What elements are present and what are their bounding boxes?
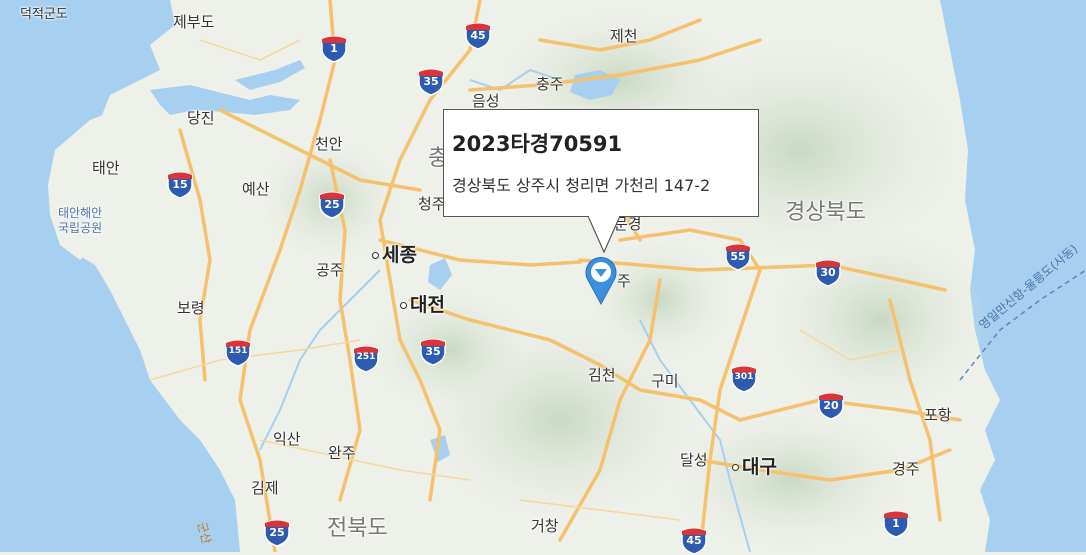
shield-number: 15 [172, 178, 188, 191]
city-label-cheongju: 청주 [418, 195, 446, 213]
city-label-eumseong: 음성 [472, 92, 500, 110]
highway-shield-35-south: 35 [418, 336, 448, 366]
shield-number: 25 [269, 526, 285, 539]
city-dot [372, 252, 379, 259]
city-label-geochang: 거창 [531, 517, 559, 535]
shield-number: 55 [730, 250, 746, 263]
city-label-daejeon: 대전 [400, 290, 445, 317]
city-label-jebudo: 제부도 [173, 13, 215, 31]
city-label-gyeongju: 경주 [892, 460, 920, 478]
highway-shield-151: 151 [223, 337, 253, 367]
highway-shield-45-south: 45 [679, 525, 709, 555]
city-label-dangjin: 당진 [187, 109, 215, 127]
shield-number: 20 [823, 399, 839, 412]
info-popup[interactable]: 2023타경70591 경상북도 상주시 청리면 가천리 147-2 [443, 109, 759, 217]
city-label-gimcheon: 김천 [588, 366, 616, 384]
city-label-pohang: 포항 [924, 406, 952, 424]
park-label-taean: 태안해안 국립공원 [58, 206, 102, 236]
shield-number: 1 [892, 517, 900, 530]
shield-number: 251 [356, 352, 376, 362]
city-label-gongju: 공주 [316, 261, 344, 279]
highway-shield-30: 30 [813, 257, 843, 287]
shield-number: 30 [820, 266, 836, 279]
shield-number: 151 [228, 346, 248, 356]
city-label-jecheon: 제천 [610, 27, 638, 45]
province-label-gyeongbuk: 경상북도 [785, 200, 866, 225]
city-name: 세종 [382, 244, 417, 266]
shield-number: 35 [425, 345, 441, 358]
highway-shield-15: 15 [165, 169, 195, 199]
highway-shield-45-north: 45 [463, 20, 493, 50]
city-label-deokjeok: 덕적군도 [20, 7, 68, 22]
shield-number: 25 [324, 198, 340, 211]
highway-shield-55: 55 [723, 241, 753, 271]
highway-shield-301: 301 [729, 363, 759, 393]
city-dot [732, 464, 739, 471]
highway-shield-25-north: 25 [317, 189, 347, 219]
park-label-line2: 국립공원 [58, 221, 103, 235]
city-label-cheonan: 천안 [315, 135, 343, 153]
province-label-jeonbuk: 전북도 [327, 516, 388, 541]
case-number: 2023타경70591 [452, 132, 623, 156]
property-address: 경상북도 상주시 청리면 가천리 147-2 [452, 176, 711, 195]
city-label-boryeong: 보령 [177, 299, 205, 317]
city-label-sejong: 세종 [372, 240, 417, 267]
city-label-wanju: 완주 [328, 444, 356, 462]
highway-shield-25-south: 25 [262, 517, 292, 547]
shield-number: 301 [734, 372, 754, 382]
highway-shield-20: 20 [816, 390, 846, 420]
shield-number: 45 [470, 29, 486, 42]
highway-shield-1-south: 1 [881, 508, 911, 538]
city-label-chungju: 충주 [536, 75, 564, 93]
popup-pointer [587, 216, 621, 254]
city-label-iksan: 익산 [273, 430, 301, 448]
city-name: 대전 [410, 294, 445, 316]
map-pin-icon[interactable] [585, 256, 617, 306]
city-label-taean: 태안 [92, 159, 120, 177]
city-label-gimje: 김제 [251, 479, 279, 497]
highway-shield-1-north: 1 [319, 33, 349, 63]
city-label-sangju: 주 [617, 272, 631, 290]
shield-number: 35 [423, 75, 439, 88]
city-label-daegu: 대구 [732, 452, 777, 479]
highway-shield-251: 251 [351, 343, 381, 373]
shield-number: 1 [330, 42, 338, 55]
city-name: 대구 [742, 456, 777, 478]
city-label-yesan: 예산 [242, 180, 270, 198]
city-dot [400, 302, 407, 309]
city-label-gumi: 구미 [651, 372, 679, 390]
park-label-line1: 태안해안 [58, 206, 103, 220]
city-label-dalseong: 달성 [680, 451, 708, 469]
shield-number: 45 [686, 534, 702, 547]
highway-shield-35-north: 35 [416, 66, 446, 96]
